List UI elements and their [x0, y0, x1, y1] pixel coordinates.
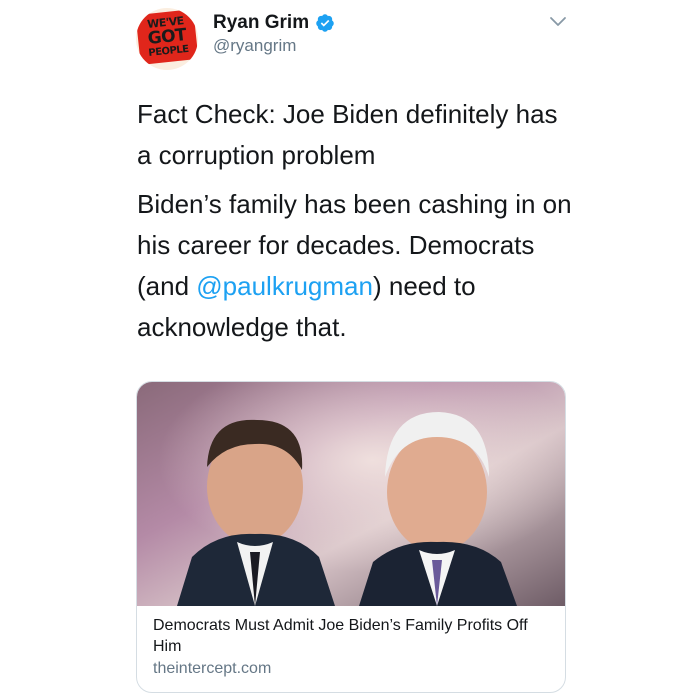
- card-caption[interactable]: Democrats Must Admit Joe Biden’s Family …: [153, 615, 553, 680]
- tweet-body: Biden’s family has been cashing in on hi…: [137, 184, 577, 348]
- avatar[interactable]: WE'VE GOT PEOPLE: [136, 8, 198, 70]
- avatar-logo: WE'VE GOT PEOPLE: [136, 9, 198, 65]
- card-image[interactable]: [137, 382, 565, 606]
- mention-link[interactable]: @paulkrugman: [196, 271, 373, 301]
- tweet: WE'VE GOT PEOPLE Ryan Grim @ryangrim Fac…: [0, 0, 700, 700]
- avatar-text-line-3: PEOPLE: [147, 43, 190, 59]
- link-card[interactable]: Democrats Must Admit Joe Biden’s Family …: [136, 381, 566, 693]
- card-title[interactable]: Democrats Must Admit Joe Biden’s Family …: [153, 615, 553, 657]
- user-handle[interactable]: @ryangrim: [213, 36, 296, 56]
- tweet-text: Fact Check: Joe Biden definitely has a c…: [137, 94, 577, 348]
- chevron-down-icon[interactable]: [549, 16, 567, 28]
- display-name-row[interactable]: Ryan Grim: [213, 12, 335, 34]
- display-name[interactable]: Ryan Grim: [213, 12, 309, 34]
- verified-badge-icon: [316, 14, 334, 32]
- card-domain[interactable]: theintercept.com: [153, 658, 553, 680]
- tweet-headline: Fact Check: Joe Biden definitely has a c…: [137, 99, 558, 170]
